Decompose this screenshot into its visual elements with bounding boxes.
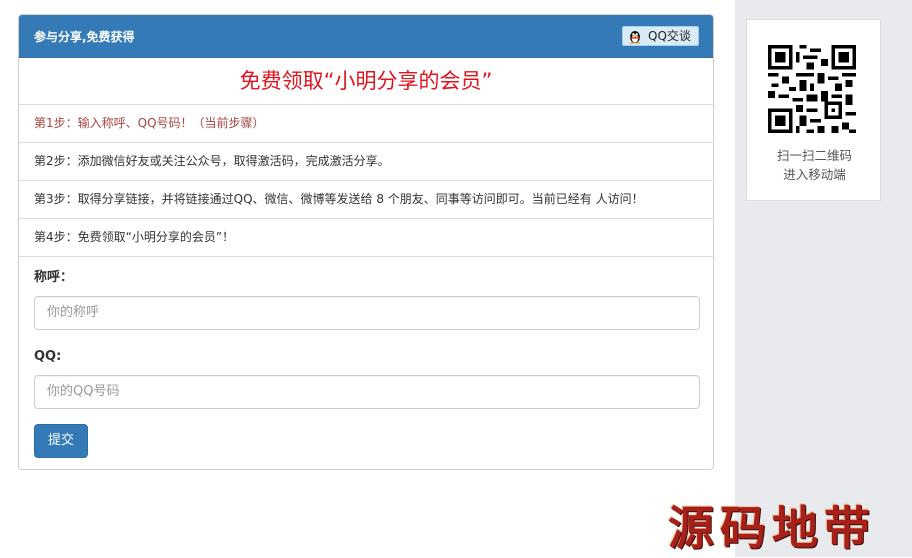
qq-input[interactable]: 你的QQ号码	[34, 375, 700, 409]
submit-button[interactable]: 提交	[34, 424, 88, 458]
qq-chat-label: QQ交谈	[648, 29, 691, 43]
step-3: 第3步：取得分享链接，并将链接通过QQ、微信、微博等发送给 8 个朋友、同事等访…	[19, 181, 713, 219]
signup-form: 称呼： 你的称呼 QQ: 你的QQ号码 提交	[34, 263, 700, 458]
signup-panel: 参与分享,免费获得 QQ交谈 免费领取“小明分享的会员” 第1步：输入称呼、QQ…	[18, 14, 714, 470]
qr-caption: 扫一扫二维码 进入移动端	[747, 146, 882, 184]
qr-card: 扫一扫二维码 进入移动端	[746, 19, 881, 201]
panel-header: 参与分享,免费获得 QQ交谈	[19, 15, 713, 58]
watermark: 源码地带	[668, 501, 876, 555]
qr-code[interactable]	[768, 45, 856, 133]
name-label: 称呼：	[34, 270, 74, 285]
step-4: 第4步：免费领取“小明分享的会员”！	[19, 219, 713, 257]
qr-caption-line-2: 进入移动端	[783, 167, 846, 182]
qq-label: QQ:	[34, 349, 62, 364]
qq-penguin-icon	[630, 31, 640, 44]
qq-chat-button[interactable]: QQ交谈	[622, 26, 699, 46]
step-2: 第2步：添加微信好友或关注公众号，取得激活码，完成激活分享。	[19, 143, 713, 181]
panel-title: 参与分享,免费获得	[34, 30, 135, 44]
headline: 免费领取“小明分享的会员”	[19, 58, 713, 105]
step-1: 第1步：输入称呼、QQ号码！（当前步骤）	[19, 105, 713, 143]
name-input[interactable]: 你的称呼	[34, 296, 700, 330]
qr-caption-line-1: 扫一扫二维码	[776, 148, 852, 163]
